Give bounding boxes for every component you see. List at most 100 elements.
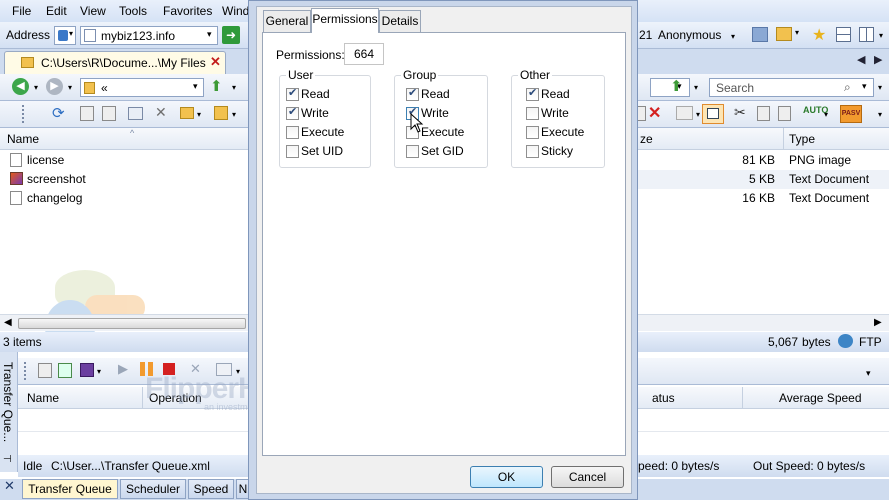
chevron-down-icon[interactable]: ▾ [34, 83, 38, 92]
column-divider[interactable] [783, 128, 784, 150]
tab-speed[interactable]: Speed [188, 479, 234, 499]
favorites-star-icon[interactable]: ★ [812, 25, 826, 45]
address-input[interactable]: mybiz123.info ▾ [80, 26, 218, 45]
chevron-down-icon[interactable]: ▾ [862, 81, 867, 92]
chevron-down-icon[interactable]: ▾ [866, 368, 871, 379]
go-icon[interactable]: ➜ [222, 26, 240, 44]
save-icon[interactable] [80, 363, 94, 377]
folder-open-icon[interactable] [776, 27, 792, 41]
chevron-down-icon[interactable]: ▾ [232, 110, 236, 119]
queue-column-avg-speed[interactable]: Average Speed [779, 391, 862, 405]
other-read-checkbox[interactable] [526, 86, 539, 101]
layout-horizontal-icon[interactable] [836, 27, 851, 42]
chevron-down-icon[interactable]: ▾ [193, 81, 198, 92]
chevron-down-icon[interactable]: ▾ [694, 83, 698, 92]
column-type[interactable]: Type [789, 132, 815, 146]
pasv-icon[interactable]: PASV [840, 105, 862, 123]
menu-tools[interactable]: Tools [119, 4, 147, 18]
chevron-down-icon[interactable]: ▾ [197, 110, 201, 119]
column-size[interactable]: ze [640, 132, 653, 146]
new-folder-icon[interactable] [180, 107, 194, 119]
paste-icon[interactable] [778, 106, 791, 121]
ok-button[interactable]: OK [470, 466, 543, 488]
remote-file-row[interactable]: 81 KB PNG image [638, 151, 889, 170]
menu-edit[interactable]: Edit [46, 4, 67, 18]
tab-local-folder[interactable]: C:\Users\R\Docume...\My Files ✕ [4, 51, 226, 74]
chevron-down-icon[interactable]: ▾ [68, 83, 72, 92]
menu-file[interactable]: File [12, 4, 31, 18]
menu-favorites[interactable]: Favorites [163, 4, 212, 18]
column-divider[interactable] [742, 387, 743, 409]
user-read-checkbox[interactable] [286, 86, 299, 101]
mouse-cursor-icon [410, 113, 424, 133]
cancel-button[interactable]: Cancel [551, 466, 624, 488]
menu-view[interactable]: View [80, 4, 106, 18]
chevron-down-icon[interactable]: ▾ [824, 110, 828, 119]
cut-icon[interactable]: ✂ [734, 104, 746, 121]
other-execute-checkbox[interactable] [526, 126, 539, 139]
chevron-down-icon[interactable]: ▾ [232, 83, 236, 92]
user-value[interactable]: Anonymous [658, 28, 721, 42]
column-divider[interactable] [142, 387, 143, 409]
chevron-down-icon[interactable]: ▾ [696, 110, 700, 119]
chevron-down-icon[interactable]: ▾ [97, 367, 101, 376]
connect-icon[interactable] [752, 27, 768, 42]
remote-file-row[interactable]: 5 KB Text Document [638, 170, 889, 189]
scroll-right-icon[interactable]: ▶ [874, 317, 882, 328]
properties-icon[interactable] [128, 107, 143, 120]
delete-icon[interactable]: ✕ [155, 104, 167, 121]
chevron-down-icon[interactable]: ▾ [795, 28, 799, 37]
parent-folder-icon[interactable]: ⬆ [210, 77, 223, 95]
active-toggle[interactable] [702, 104, 724, 124]
remote-parent-folder-icon[interactable]: ⬆ [670, 77, 683, 95]
chevron-down-icon[interactable]: ▾ [879, 31, 883, 40]
scroll-left-icon[interactable]: ◀ [4, 317, 12, 328]
new-file-icon[interactable] [214, 106, 228, 120]
chevron-down-icon[interactable]: ▾ [731, 32, 735, 41]
play-icon[interactable]: ▶ [118, 361, 128, 377]
move-icon[interactable] [102, 106, 116, 121]
tab-transfer-queue[interactable]: Transfer Queue [22, 479, 118, 499]
user-execute-checkbox[interactable] [286, 126, 299, 139]
other-write-checkbox[interactable] [526, 107, 539, 120]
tab-details[interactable]: Details [379, 10, 421, 32]
forward-icon[interactable]: ▶ [46, 78, 63, 95]
local-path-combo[interactable]: « ▾ [80, 78, 204, 97]
group-setgid-checkbox[interactable] [406, 145, 419, 158]
scrollbar-thumb[interactable] [18, 318, 246, 329]
scroll-left-icon[interactable]: ◀ [857, 53, 865, 66]
tab-general[interactable]: General [263, 10, 311, 32]
remote-file-row[interactable]: 16 KB Text Document [638, 189, 889, 208]
refresh-icon[interactable]: ⟳ [52, 104, 65, 122]
tab-scheduler[interactable]: Scheduler [120, 479, 186, 499]
user-setuid-checkbox[interactable] [286, 145, 299, 158]
close-icon[interactable]: ✕ [210, 54, 221, 70]
queue-column-status[interactable]: atus [652, 391, 675, 405]
back-icon[interactable]: ◀ [12, 78, 29, 95]
tab-permissions[interactable]: Permissions [311, 8, 379, 33]
chevron-down-icon[interactable]: ▾ [207, 29, 212, 40]
scroll-right-icon[interactable]: ▶ [874, 53, 882, 66]
copy-icon[interactable] [80, 106, 94, 121]
group-setgid-label: Set GID [421, 144, 464, 158]
column-name[interactable]: Name [7, 132, 39, 146]
layout-vertical-icon[interactable] [859, 27, 874, 42]
pin-icon[interactable]: ⊣ [3, 454, 12, 465]
chevron-down-icon[interactable]: ▾ [878, 110, 882, 119]
remote-new-folder-icon[interactable] [676, 106, 693, 120]
permissions-octal-input[interactable]: 664 [344, 43, 384, 65]
queue-column-name[interactable]: Name [27, 391, 59, 405]
user-write-checkbox[interactable] [286, 105, 299, 120]
search-icon[interactable]: ⌕ [844, 80, 851, 95]
queue-add-icon[interactable] [58, 363, 72, 378]
search-input[interactable]: Search ⌕ ▾ [709, 78, 874, 97]
close-panel-icon[interactable]: ✕ [4, 478, 15, 494]
remote-delete-icon[interactable]: ✕ [648, 103, 661, 123]
other-sticky-checkbox[interactable] [526, 145, 539, 158]
chevron-down-icon[interactable]: ▾ [878, 83, 882, 92]
protocol-dropdown[interactable]: ▾ [54, 26, 76, 45]
group-read-checkbox[interactable] [406, 86, 419, 101]
copy-icon[interactable] [757, 106, 770, 121]
queue-item-icon[interactable] [38, 363, 52, 378]
menu-window[interactable]: Wind [222, 4, 249, 18]
